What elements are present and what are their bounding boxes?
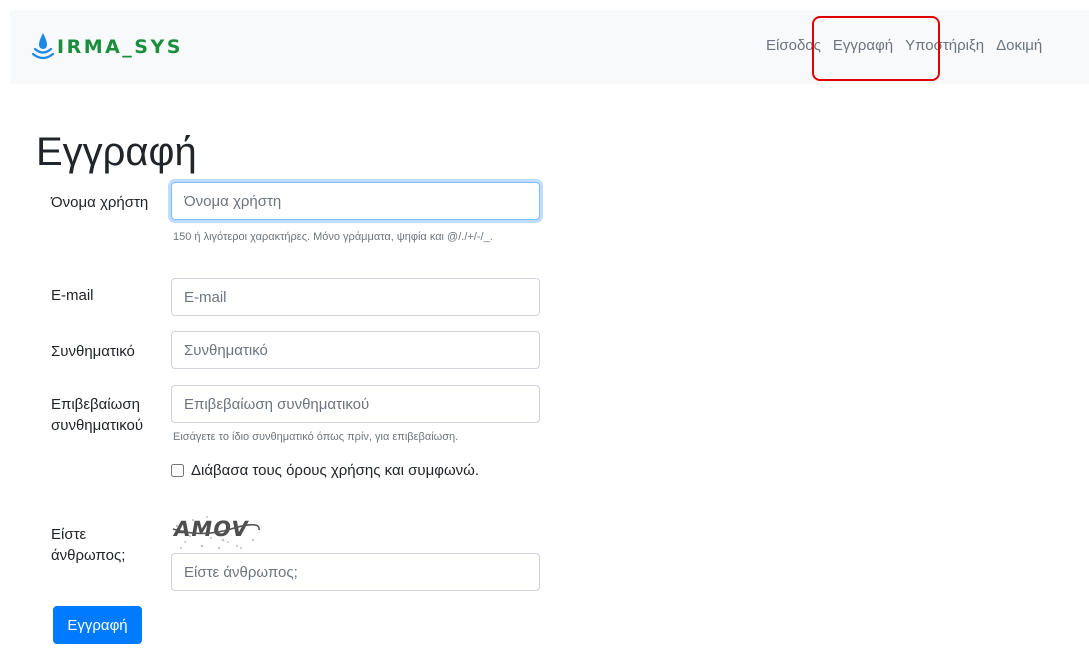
water-drop-icon: [32, 33, 54, 60]
captcha-input[interactable]: [171, 553, 540, 591]
username-label: Όνομα χρήστη: [51, 194, 149, 211]
password-input[interactable]: [171, 331, 540, 369]
email-input[interactable]: [171, 278, 540, 316]
page-title: Εγγραφή: [36, 130, 197, 174]
username-input[interactable]: [171, 182, 540, 220]
email-label: E-mail: [51, 287, 94, 304]
register-button[interactable]: Εγγραφή: [53, 606, 142, 644]
terms-row: Διάβασα τους όρους χρήσης και συμφωνώ.: [171, 462, 479, 479]
password-confirm-input[interactable]: [171, 385, 540, 423]
nav-test[interactable]: Δοκιμή: [996, 37, 1042, 54]
captcha-image: AMOV: [171, 512, 261, 557]
terms-checkbox[interactable]: [171, 464, 184, 477]
password-confirm-help: Εισάγετε το ίδιο συνθηματικό όπως πρίν, …: [173, 431, 459, 443]
captcha-label: Είστε άνθρωπος;: [51, 526, 126, 564]
highlight-box: [812, 16, 940, 81]
password-label: Συνθηματικό: [51, 343, 135, 360]
password-confirm-label: Επιβεβαίωση συνθηματικού: [51, 396, 144, 434]
brand-logo[interactable]: IRMA_SYS: [32, 30, 183, 64]
username-help: 150 ή λιγότεροι χαρακτήρες. Μόνο γράμματ…: [173, 231, 493, 243]
terms-label[interactable]: Διάβασα τους όρους χρήσης και συμφωνώ.: [191, 462, 479, 479]
brand-name: IRMA_SYS: [57, 36, 183, 58]
captcha-text: AMOV: [172, 516, 251, 541]
